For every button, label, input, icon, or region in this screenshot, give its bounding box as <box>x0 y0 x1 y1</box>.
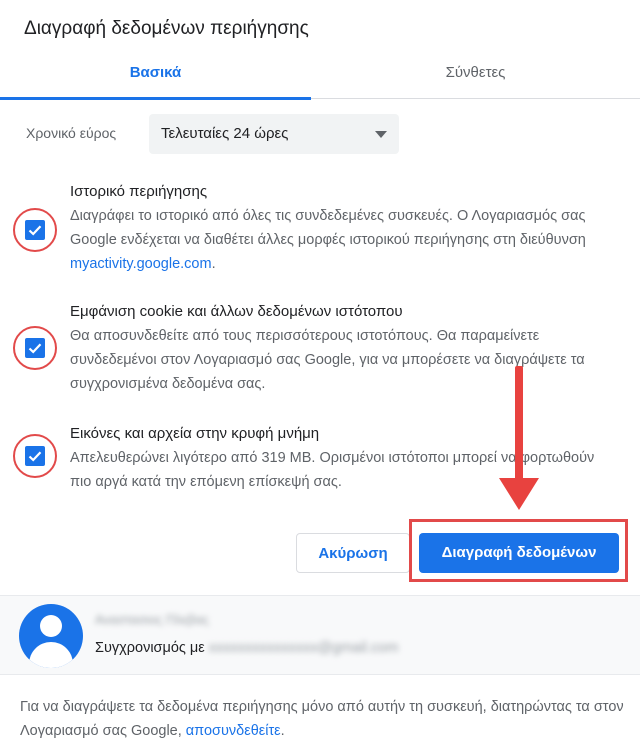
time-range-value: Τελευταίες 24 ώρες <box>161 125 289 142</box>
option-description: Θα αποσυνδεθείτε από τους περισσότερους … <box>70 328 585 392</box>
option-description: Διαγράφει το ιστορικό από όλες τις συνδε… <box>70 204 610 276</box>
dialog-title: Διαγραφή δεδομένων περιήγησης <box>24 18 309 39</box>
tab-advanced[interactable]: Σύνθετες <box>311 50 640 99</box>
annotation-arrow-shaft <box>515 366 523 486</box>
sync-prefix: Συγχρονισμός με <box>95 640 209 656</box>
tab-bar: Βασικά Σύνθετες <box>0 50 640 100</box>
footer-text: Για να διαγράψετε τα δεδομένα περιήγησης… <box>20 699 624 739</box>
checkbox-cache[interactable] <box>25 446 45 466</box>
option-title: Ιστορικό περιήγησης <box>70 183 208 200</box>
sync-status: Συγχρονισμός με xxxxxxxxxxxxxxx@gmail.co… <box>95 640 398 656</box>
footer-suffix: . <box>280 723 285 739</box>
myactivity-link[interactable]: myactivity.google.com <box>70 256 212 272</box>
tab-basic[interactable]: Βασικά <box>0 50 311 100</box>
account-section: Αναστασιος Πλεβας Συγχρονισμός με xxxxxx… <box>0 595 640 675</box>
description-suffix: . <box>211 256 216 272</box>
time-range-label: Χρονικό εύρος <box>26 125 117 141</box>
checkmark-icon <box>28 451 42 462</box>
account-email: xxxxxxxxxxxxxxx@gmail.com <box>208 640 399 656</box>
avatar <box>19 604 83 668</box>
account-name: Αναστασιος Πλεβας <box>95 612 209 627</box>
time-range-select[interactable]: Τελευταίες 24 ώρες <box>149 114 399 154</box>
cancel-button[interactable]: Ακύρωση <box>296 533 410 573</box>
avatar-body <box>29 642 73 668</box>
checkmark-icon <box>28 343 42 354</box>
checkbox-cookies[interactable] <box>25 338 45 358</box>
option-description-text: Διαγράφει το ιστορικό από όλες τις συνδε… <box>70 208 586 248</box>
delete-data-button[interactable]: Διαγραφή δεδομένων <box>419 533 619 573</box>
option-title: Εικόνες και αρχεία στην κρυφή μνήμη <box>70 425 320 442</box>
annotation-arrow-head <box>499 478 539 510</box>
footer-note: Για να διαγράψετε τα δεδομένα περιήγησης… <box>20 695 625 743</box>
avatar-head <box>40 615 62 637</box>
checkmark-icon <box>28 225 42 236</box>
sign-out-link[interactable]: αποσυνδεθείτε <box>186 723 281 739</box>
time-range-row: Χρονικό εύρος Τελευταίες 24 ώρες <box>0 114 640 154</box>
option-title: Εμφάνιση cookie και άλλων δεδομένων ιστό… <box>70 303 403 320</box>
chevron-down-icon <box>375 131 387 138</box>
checkbox-browsing-history[interactable] <box>25 220 45 240</box>
